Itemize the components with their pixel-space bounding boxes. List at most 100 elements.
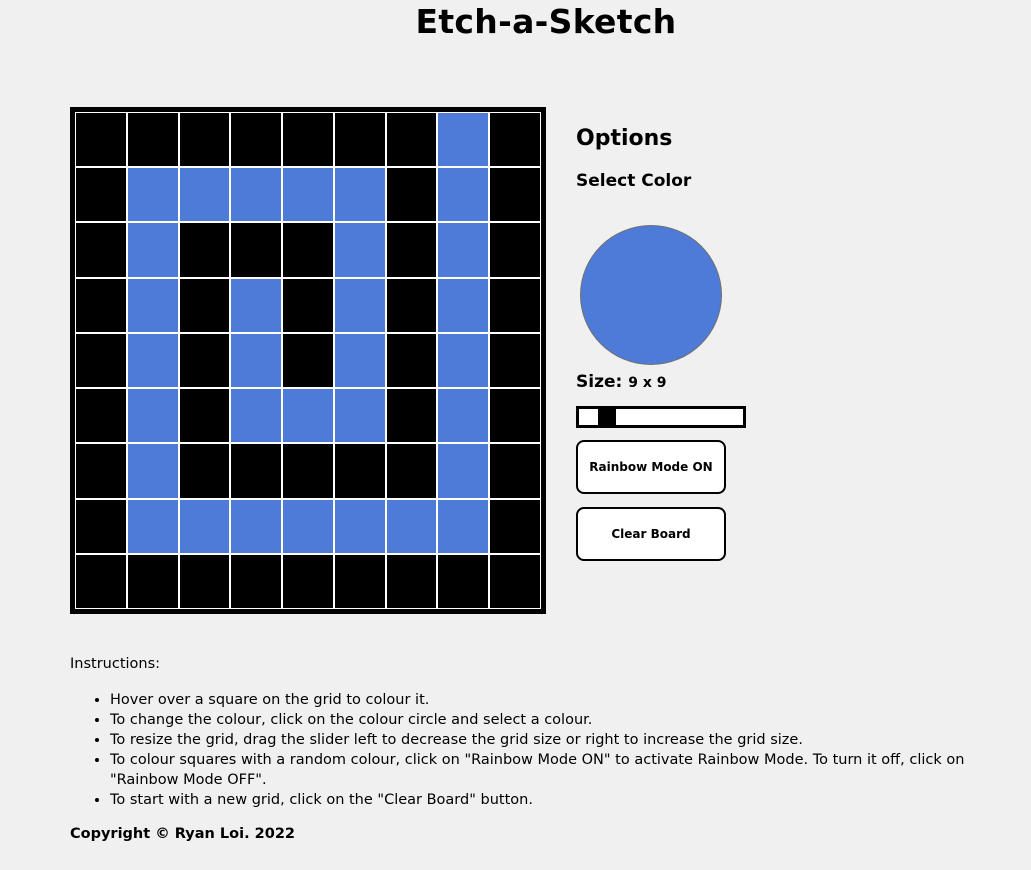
grid-cell[interactable]: [76, 333, 126, 388]
grid-cell[interactable]: [231, 444, 282, 498]
grid-cell[interactable]: [231, 223, 282, 277]
instruction-item: To colour squares with a random colour, …: [110, 750, 1015, 790]
grid-cell[interactable]: [334, 499, 385, 553]
instruction-item: To change the colour, click on the colou…: [110, 710, 1015, 730]
grid-cell[interactable]: [231, 333, 282, 388]
grid-cell[interactable]: [490, 333, 540, 388]
grid-cell[interactable]: [334, 168, 385, 222]
grid-cell[interactable]: [179, 113, 230, 167]
grid-cell[interactable]: [179, 554, 230, 608]
grid-cell[interactable]: [76, 223, 126, 277]
grid-cell[interactable]: [127, 113, 178, 167]
grid-cell[interactable]: [127, 333, 178, 388]
grid-cell[interactable]: [334, 554, 385, 608]
grid-cell[interactable]: [334, 333, 385, 388]
grid-cell[interactable]: [386, 278, 437, 332]
grid-cell[interactable]: [386, 168, 437, 222]
sketch-grid[interactable]: [75, 112, 541, 609]
grid-cell[interactable]: [231, 554, 282, 608]
rainbow-mode-button[interactable]: Rainbow Mode ON: [576, 440, 726, 494]
grid-cell[interactable]: [438, 499, 489, 553]
grid-cell[interactable]: [283, 278, 333, 332]
grid-cell[interactable]: [490, 113, 540, 167]
grid-cell[interactable]: [127, 168, 178, 222]
grid-cell[interactable]: [438, 444, 489, 498]
grid-cell[interactable]: [438, 113, 489, 167]
grid-cell[interactable]: [76, 389, 126, 443]
grid-cell[interactable]: [490, 278, 540, 332]
instructions-section: Instructions: Hover over a square on the…: [70, 656, 1015, 810]
grid-cell[interactable]: [438, 278, 489, 332]
instruction-item: To resize the grid, drag the slider left…: [110, 730, 1015, 750]
grid-cell[interactable]: [386, 223, 437, 277]
grid-cell[interactable]: [231, 389, 282, 443]
instructions-title: Instructions:: [70, 656, 161, 672]
grid-cell[interactable]: [490, 554, 540, 608]
grid-cell[interactable]: [127, 223, 178, 277]
grid-cell[interactable]: [386, 444, 437, 498]
size-label: Size: 9 x 9: [576, 372, 666, 392]
grid-cell[interactable]: [283, 389, 333, 443]
grid-cell[interactable]: [179, 389, 230, 443]
grid-cell[interactable]: [179, 223, 230, 277]
grid-cell[interactable]: [76, 554, 126, 608]
grid-cell[interactable]: [127, 499, 178, 553]
grid-cell[interactable]: [438, 333, 489, 388]
grid-cell[interactable]: [438, 223, 489, 277]
grid-cell[interactable]: [76, 113, 126, 167]
grid-cell[interactable]: [283, 168, 333, 222]
grid-cell[interactable]: [179, 278, 230, 332]
grid-cell[interactable]: [231, 499, 282, 553]
grid-cell[interactable]: [179, 333, 230, 388]
grid-cell[interactable]: [179, 499, 230, 553]
grid-cell[interactable]: [490, 168, 540, 222]
grid-cell[interactable]: [127, 554, 178, 608]
grid-cell[interactable]: [127, 389, 178, 443]
grid-cell[interactable]: [283, 499, 333, 553]
clear-board-button[interactable]: Clear Board: [576, 507, 726, 561]
grid-cell[interactable]: [438, 168, 489, 222]
grid-cell[interactable]: [334, 389, 385, 443]
grid-cell[interactable]: [283, 113, 333, 167]
grid-cell[interactable]: [334, 223, 385, 277]
grid-cell[interactable]: [179, 444, 230, 498]
grid-cell[interactable]: [334, 113, 385, 167]
color-picker-circle[interactable]: [580, 225, 722, 365]
grid-cell[interactable]: [490, 389, 540, 443]
grid-cell[interactable]: [386, 554, 437, 608]
grid-cell[interactable]: [490, 499, 540, 553]
grid-cell[interactable]: [179, 168, 230, 222]
grid-cell[interactable]: [231, 278, 282, 332]
size-label-text: Size:: [576, 372, 623, 392]
grid-cell[interactable]: [283, 223, 333, 277]
grid-size-slider-thumb[interactable]: [598, 409, 616, 425]
grid-cell[interactable]: [490, 223, 540, 277]
page-title: Etch-a-Sketch: [415, 2, 677, 41]
grid-cell[interactable]: [283, 333, 333, 388]
grid-cell[interactable]: [76, 444, 126, 498]
grid-size-slider[interactable]: [576, 406, 746, 428]
grid-cell[interactable]: [386, 389, 437, 443]
grid-cell[interactable]: [386, 499, 437, 553]
grid-cell[interactable]: [231, 113, 282, 167]
instruction-item: Hover over a square on the grid to colou…: [110, 690, 1015, 710]
grid-cell[interactable]: [283, 554, 333, 608]
grid-cell[interactable]: [438, 554, 489, 608]
instructions-list: Hover over a square on the grid to colou…: [70, 690, 1015, 810]
grid-cell[interactable]: [76, 278, 126, 332]
grid-cell[interactable]: [283, 444, 333, 498]
grid-cell[interactable]: [76, 168, 126, 222]
grid-cell[interactable]: [386, 113, 437, 167]
copyright-text: Copyright © Ryan Loi. 2022: [70, 826, 295, 842]
grid-cell[interactable]: [334, 444, 385, 498]
grid-cell[interactable]: [76, 499, 126, 553]
instruction-item: To start with a new grid, click on the "…: [110, 790, 1015, 810]
grid-cell[interactable]: [386, 333, 437, 388]
grid-cell[interactable]: [490, 444, 540, 498]
size-value: 9 x 9: [628, 375, 667, 391]
grid-cell[interactable]: [127, 278, 178, 332]
grid-cell[interactable]: [127, 444, 178, 498]
grid-cell[interactable]: [231, 168, 282, 222]
grid-cell[interactable]: [438, 389, 489, 443]
grid-cell[interactable]: [334, 278, 385, 332]
